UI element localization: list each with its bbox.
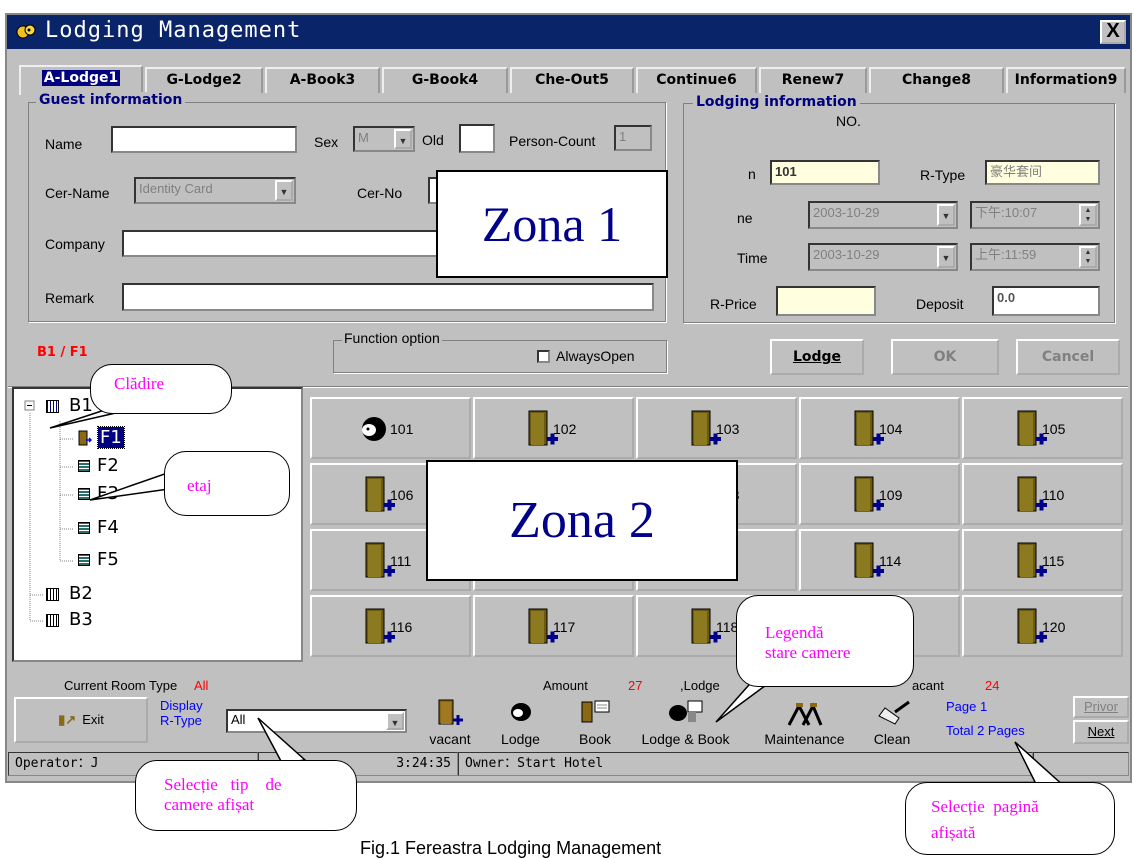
callout-legenda: Legendă stare camere xyxy=(736,595,914,687)
figure-caption: Fig.1 Fereastra Lodging Management xyxy=(360,838,662,858)
callout-selectie-tip: Selecție tip de camere afișat xyxy=(135,760,357,831)
callout-pointers xyxy=(49,399,1067,793)
callout-etaj: etaj xyxy=(164,451,290,516)
callout-selectie-pagina: Selecție pagină afișată xyxy=(905,782,1115,855)
callout-cladire: Clădire xyxy=(90,364,232,414)
